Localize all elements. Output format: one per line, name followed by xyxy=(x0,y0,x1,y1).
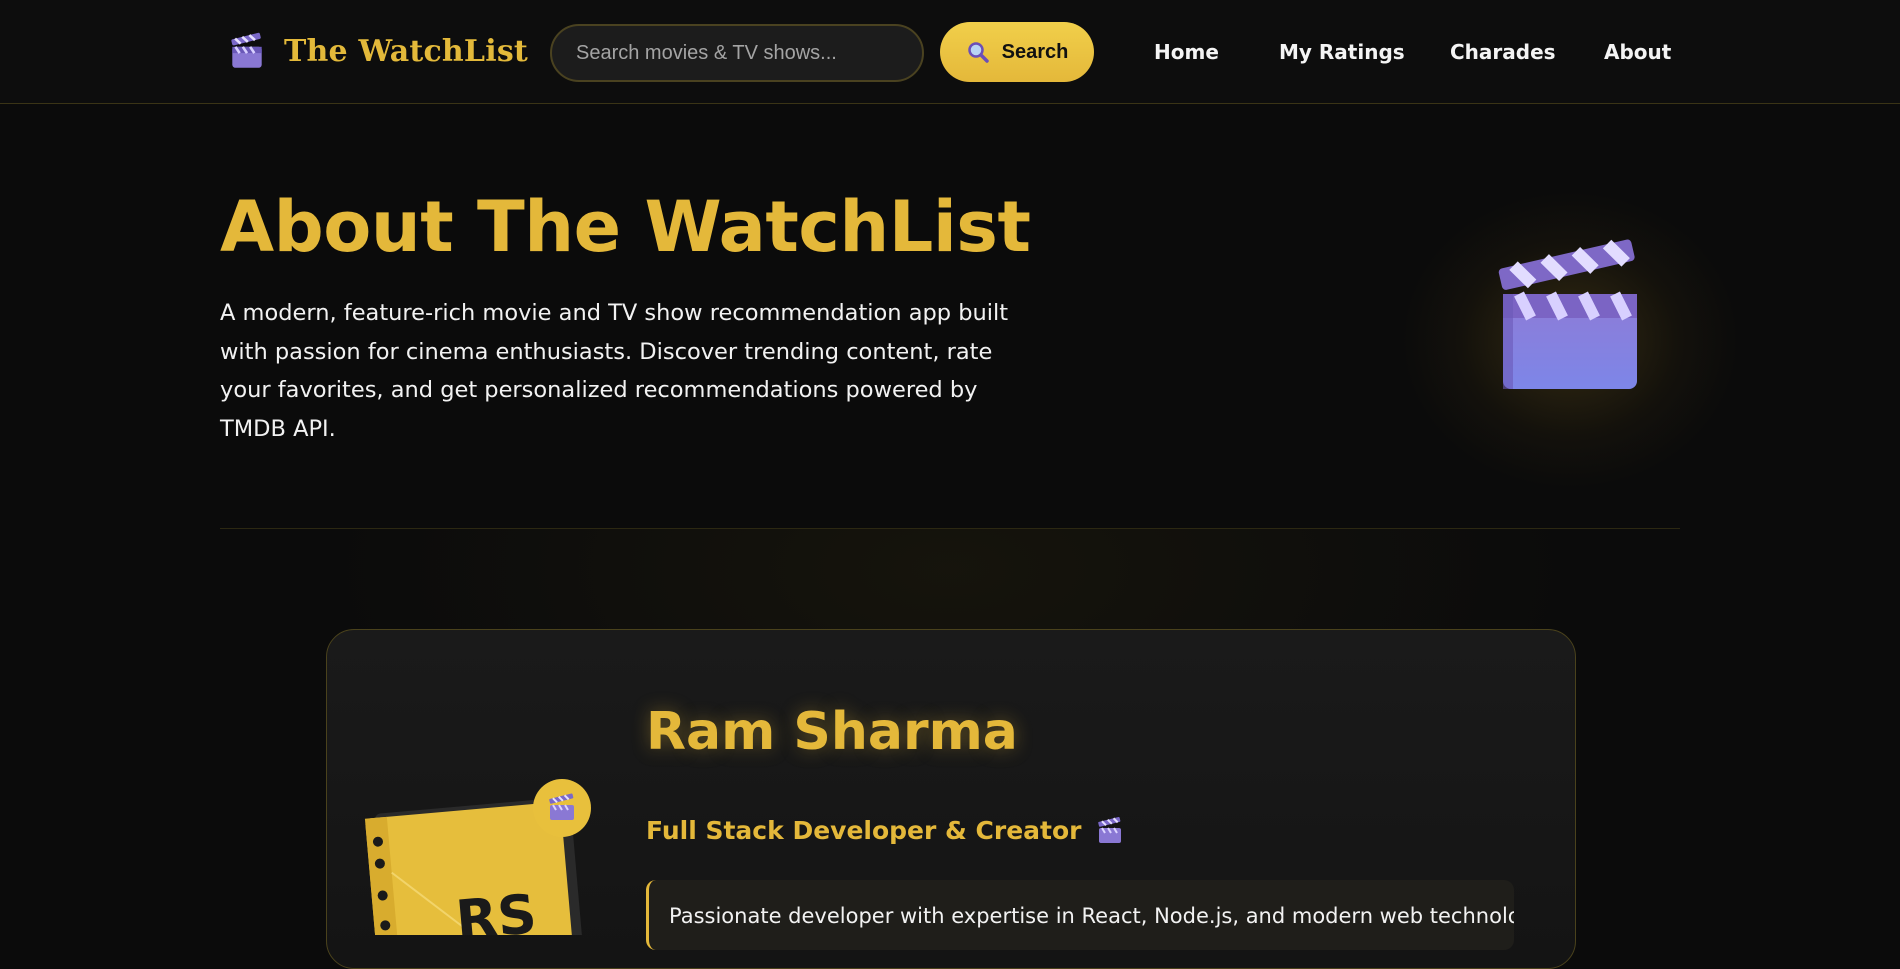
nav-link-home[interactable]: Home xyxy=(1154,40,1219,64)
top-navbar: The WatchList Search Home My Ratings Cha… xyxy=(0,0,1900,104)
nav-link-about[interactable]: About xyxy=(1604,40,1671,64)
clapperboard-icon xyxy=(1498,239,1637,389)
profile-name: Ram Sharma xyxy=(646,702,1018,762)
nav-link-charades[interactable]: Charades xyxy=(1450,40,1556,64)
clapperboard-icon xyxy=(1097,816,1121,843)
page-title: About The WatchList xyxy=(220,186,1031,268)
avatar: RS xyxy=(364,779,591,935)
search-button-label: Search xyxy=(1001,40,1069,63)
hero-description: A modern, feature-rich movie and TV show… xyxy=(220,300,1009,442)
profile-bio: Passionate developer with expertise in R… xyxy=(646,880,1514,950)
magnifier-icon xyxy=(967,42,989,63)
clapperboard-icon xyxy=(231,32,262,68)
avatar-initials: RS xyxy=(453,882,539,935)
search-input[interactable] xyxy=(550,24,924,82)
profile-role-label: Full Stack Developer & Creator xyxy=(646,816,1082,845)
search-button[interactable]: Search xyxy=(940,22,1094,82)
brand-logo[interactable]: The WatchList xyxy=(226,30,528,72)
profile-role: Full Stack Developer & Creator xyxy=(646,816,1124,845)
nav-link-my-ratings[interactable]: My Ratings xyxy=(1279,40,1405,64)
brand-title: The WatchList xyxy=(284,33,528,69)
